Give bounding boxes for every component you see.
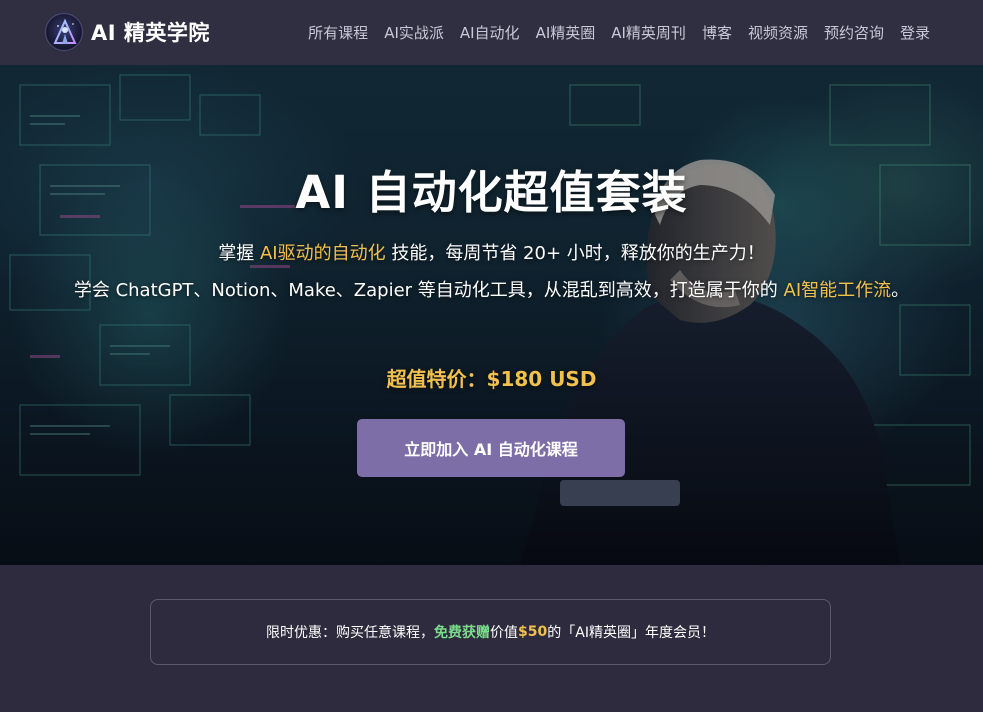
hero-banner: AI 自动化超值套装 掌握 AI驱动的自动化 技能，每周节省 20+ 小时，释放… bbox=[0, 65, 983, 565]
nav-link-ai-practical[interactable]: AI实战派 bbox=[384, 22, 444, 43]
join-course-button[interactable]: 立即加入 AI 自动化课程 bbox=[357, 419, 625, 477]
hero-subtitle-line-1: 掌握 AI驱动的自动化 技能，每周节省 20+ 小时，释放你的生产力！ bbox=[218, 243, 765, 264]
top-navbar: AI 精英学院 所有课程 AI实战派 AI自动化 AI精英圈 AI精英周刊 博客… bbox=[0, 0, 983, 65]
hero-subtitle-line-2: 学会 ChatGPT、Notion、Make、Zapier 等自动化工具，从混乱… bbox=[73, 280, 910, 301]
nav-link-login[interactable]: 登录 bbox=[900, 22, 930, 43]
nav-link-ai-weekly[interactable]: AI精英周刊 bbox=[611, 22, 686, 43]
highlight-ai-workflow: AI智能工作流 bbox=[783, 280, 892, 301]
nav-link-book-consultation[interactable]: 预约咨询 bbox=[824, 22, 884, 43]
nav-link-video-resources[interactable]: 视频资源 bbox=[748, 22, 808, 43]
promo-free-gift: 免费获赠 bbox=[434, 625, 491, 641]
nav-link-blog[interactable]: 博客 bbox=[702, 22, 732, 43]
promo-banner: 限时优惠：购买任意课程， 免费获赠 价值 $50 的「AI精英圈」年度会员！ bbox=[150, 599, 831, 665]
brand-logo[interactable]: AI 精英学院 bbox=[45, 13, 210, 51]
nav-link-all-courses[interactable]: 所有课程 bbox=[308, 22, 368, 43]
highlight-ai-automation: AI驱动的自动化 bbox=[259, 243, 386, 264]
hero-price: 超值特价：$180 USD bbox=[386, 367, 597, 391]
brand-name: AI 精英学院 bbox=[91, 21, 210, 45]
promo-value: $50 bbox=[518, 624, 548, 640]
nav-link-ai-elite-circle[interactable]: AI精英圈 bbox=[536, 22, 596, 43]
triangle-figure-logo-icon bbox=[45, 13, 83, 51]
hero-title: AI 自动化超值套装 bbox=[295, 166, 688, 219]
main-menu: 所有课程 AI实战派 AI自动化 AI精英圈 AI精英周刊 博客 视频资源 预约… bbox=[308, 0, 930, 65]
nav-link-ai-automation[interactable]: AI自动化 bbox=[460, 22, 520, 43]
hero-dim-overlay bbox=[0, 65, 983, 565]
